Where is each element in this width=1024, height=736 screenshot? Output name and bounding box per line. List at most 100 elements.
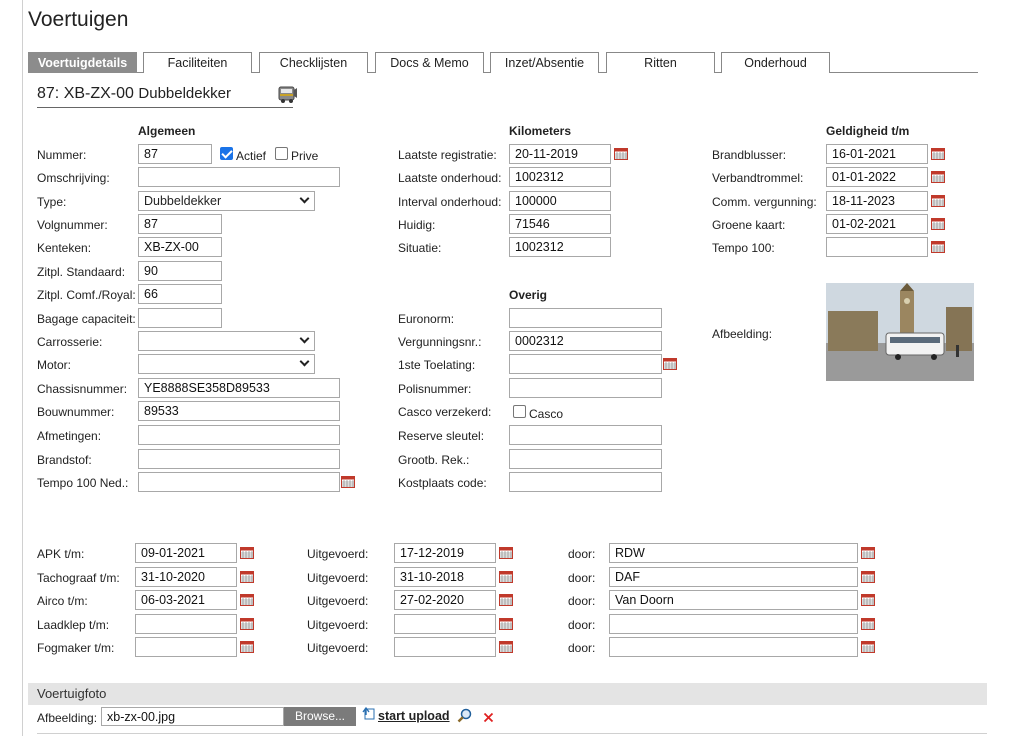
calendar-icon[interactable] [341,476,355,488]
calendar-icon[interactable] [861,594,875,606]
laatste-onderhoud-field[interactable]: 1002312 [509,167,611,187]
uitgevoerd-label: Uitgevoerd: [307,618,369,632]
kostplaats-code-field[interactable] [509,472,662,492]
airco-date-field[interactable]: 06-03-2021 [135,590,237,610]
tempo100-ned-label: Tempo 100 Ned.: [37,476,129,490]
polisnummer-field[interactable] [509,378,662,398]
bagage-field[interactable] [138,308,222,328]
section-overig: Overig [509,288,548,302]
delete-icon[interactable] [483,712,494,723]
zitpl-comfort-field[interactable]: 66 [138,284,222,304]
apk-door-field[interactable]: RDW [609,543,858,563]
tab-docs-memo[interactable]: Docs & Memo [375,52,484,73]
tachograaf-uitgevoerd-field[interactable]: 31-10-2018 [394,567,496,587]
type-select-value: Dubbeldekker [144,194,222,208]
calendar-icon[interactable] [861,641,875,653]
tab-ritten[interactable]: Ritten [606,52,715,73]
laadklep-door-field[interactable] [609,614,858,634]
laadklep-date-field[interactable] [135,614,237,634]
vergunningsnr-field[interactable]: 0002312 [509,331,662,351]
actief-checkbox[interactable] [220,147,233,160]
chassis-field[interactable]: YE8888SE358D89533 [138,378,340,398]
calendar-icon[interactable] [240,618,254,630]
tab-onderhoud[interactable]: Onderhoud [721,52,830,73]
omschrijving-field[interactable] [138,167,340,187]
kostplaats-code-label: Kostplaats code: [398,476,487,490]
calendar-icon[interactable] [861,618,875,630]
calendar-icon[interactable] [663,358,677,370]
calendar-icon[interactable] [240,594,254,606]
calendar-icon[interactable] [931,148,945,160]
apk-uitgevoerd-field[interactable]: 17-12-2019 [394,543,496,563]
fogmaker-door-field[interactable] [609,637,858,657]
calendar-icon[interactable] [240,571,254,583]
carrosserie-select[interactable] [138,331,315,351]
grootboek-rek-field[interactable] [509,449,662,469]
chevron-down-icon [299,193,310,204]
apk-date-field[interactable]: 09-01-2021 [135,543,237,563]
calendar-icon[interactable] [240,547,254,559]
airco-uitgevoerd-field[interactable]: 27-02-2020 [394,590,496,610]
tachograaf-date-field[interactable]: 31-10-2020 [135,567,237,587]
nummer-field[interactable]: 87 [138,144,212,164]
vehicle-heading: 87: XB-ZX-00 Dubbeldekker [37,85,231,103]
euronorm-field[interactable] [509,308,662,328]
volgnummer-label: Volgnummer: [37,218,108,232]
verbandtrommel-field[interactable]: 01-01-2022 [826,167,928,187]
calendar-icon[interactable] [861,571,875,583]
comm-vergunning-field[interactable]: 18-11-2023 [826,191,928,211]
kenteken-field[interactable]: XB-ZX-00 [138,237,222,257]
start-upload-link[interactable]: start upload [378,709,450,723]
brandblusser-field[interactable]: 16-01-2021 [826,144,928,164]
calendar-icon[interactable] [499,571,513,583]
type-label: Type: [37,195,67,209]
eerste-toelating-field[interactable] [509,354,662,374]
upload-icon[interactable] [362,706,376,720]
tab-voertuigdetails[interactable]: Voertuigdetails [28,52,137,73]
bus-icon [278,86,297,103]
tempo100-ned-field[interactable] [138,472,340,492]
laadklep-uitgevoerd-field[interactable] [394,614,496,634]
calendar-icon[interactable] [931,171,945,183]
tachograaf-label: Tachograaf t/m: [37,571,120,585]
calendar-icon[interactable] [499,618,513,630]
groene-kaart-field[interactable]: 01-02-2021 [826,214,928,234]
situatie-field[interactable]: 1002312 [509,237,611,257]
laatste-registratie-field[interactable]: 20-11-2019 [509,144,611,164]
file-name-field[interactable]: xb-zx-00.jpg [101,707,284,726]
type-select[interactable]: Dubbeldekker [138,191,315,211]
calendar-icon[interactable] [240,641,254,653]
calendar-icon[interactable] [499,594,513,606]
browse-button[interactable]: Browse... [284,707,356,726]
fogmaker-uitgevoerd-field[interactable] [394,637,496,657]
brandstof-field[interactable] [138,449,340,469]
tab-checklijsten[interactable]: Checklijsten [259,52,368,73]
interval-onderhoud-field[interactable]: 100000 [509,191,611,211]
calendar-icon[interactable] [499,547,513,559]
prive-checkbox[interactable] [275,147,288,160]
calendar-icon[interactable] [931,241,945,253]
tab-faciliteiten[interactable]: Faciliteiten [143,52,252,73]
calendar-icon[interactable] [931,195,945,207]
zitpl-standaard-field[interactable]: 90 [138,261,222,281]
volgnummer-field[interactable]: 87 [138,214,222,234]
tab-inzet-absentie[interactable]: Inzet/Absentie [490,52,599,73]
calendar-icon[interactable] [931,218,945,230]
airco-door-field[interactable]: Van Doorn [609,590,858,610]
uitgevoerd-label: Uitgevoerd: [307,571,369,585]
afmetingen-field[interactable] [138,425,340,445]
calendar-icon[interactable] [614,148,628,160]
bouwnummer-field[interactable]: 89533 [138,401,340,421]
casco-verzekerd-label: Casco verzekerd: [398,405,492,419]
tachograaf-door-field[interactable]: DAF [609,567,858,587]
bagage-label: Bagage capaciteit: [37,312,136,326]
huidig-field[interactable]: 71546 [509,214,611,234]
reserve-sleutel-field[interactable] [509,425,662,445]
casco-checkbox[interactable] [513,405,526,418]
calendar-icon[interactable] [861,547,875,559]
tempo100-field[interactable] [826,237,928,257]
motor-select[interactable] [138,354,315,374]
calendar-icon[interactable] [499,641,513,653]
magnifier-icon[interactable] [457,708,472,723]
fogmaker-date-field[interactable] [135,637,237,657]
